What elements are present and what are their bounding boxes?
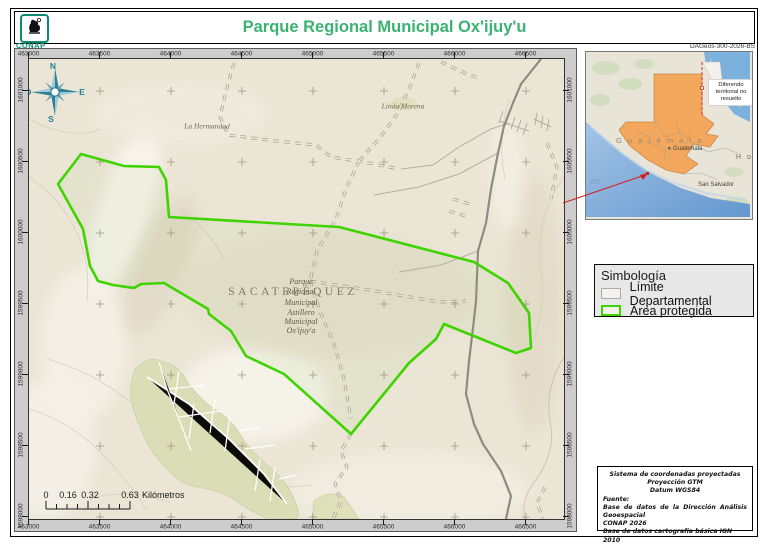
departmental-swatch (601, 288, 621, 299)
credits-line: Fuente: (603, 496, 747, 504)
inset-san-salvador-label: San Salvador (698, 182, 734, 188)
axis-tick (22, 232, 28, 233)
protected-swatch (601, 305, 621, 316)
note-line: territorial no (710, 89, 752, 96)
credits-box: Sistema de coordenadas proyectadas Proye… (597, 466, 753, 531)
axis-tick (563, 516, 569, 517)
diferendo-note: Diferendo territorial no resuelto (708, 79, 753, 106)
compass-n: N (50, 61, 56, 71)
label-park-line3: Municipal (285, 298, 318, 308)
compass-e: E (79, 87, 85, 97)
legend-item-label: Área protegida (630, 304, 712, 318)
axis-tick (22, 161, 28, 162)
label-department: SACATEPÉQUEZ (228, 286, 358, 298)
inset-honduras-partial-label: H o (736, 154, 753, 161)
inset-city-label: Guatemala (673, 146, 702, 152)
compass-s: S (48, 114, 54, 124)
axis-tick (28, 52, 29, 58)
note-line: resuelto (710, 96, 752, 103)
map-document-page: { "header": { "logo_text": "CONAP", "tit… (0, 0, 768, 544)
scale-label-032: 0.32 (81, 490, 99, 500)
axis-tick (22, 374, 28, 375)
axis-tick (563, 374, 569, 375)
label-park-line6: Ox'ijuy'a (287, 326, 316, 336)
axis-tick (563, 303, 569, 304)
doc-code: DAGeos-300-2026-BS (690, 43, 755, 50)
page-title: Parque Regional Municipal Ox'ijuy'u (15, 18, 754, 37)
inset-route-label: 72T (590, 180, 600, 186)
inset-country-label: G u a t e m a l a (616, 136, 703, 145)
axis-tick (563, 161, 569, 162)
axis-tick (241, 52, 242, 58)
scale-label-0: 0 (43, 490, 48, 500)
axis-tick (454, 52, 455, 58)
axis-tick (99, 52, 100, 58)
axis-tick (312, 52, 313, 58)
axis-tick (22, 445, 28, 446)
axis-tick (525, 52, 526, 58)
inset-map: G u a t e m a l a Guatemala San Salvador… (585, 51, 753, 220)
label-linda-morena: Linda Morena (382, 102, 425, 111)
scale-label-016: 0.16 (59, 490, 77, 500)
axis-tick (28, 519, 29, 525)
scale-label-063: 0.63 (121, 490, 139, 500)
axis-tick (170, 52, 171, 58)
axis-tick (170, 519, 171, 525)
scale-unit: Kilómetros (142, 490, 185, 500)
city-marker (668, 147, 671, 150)
note-line: Diferendo (710, 82, 752, 89)
axis-tick (383, 52, 384, 58)
main-map: N E S O La Hermandad Linda Morena Parque… (28, 58, 565, 520)
axis-tick (22, 516, 28, 517)
axis-tick (22, 303, 28, 304)
legend-box: Simbología Límite Departamental Área pro… (594, 264, 754, 317)
axis-tick (22, 90, 28, 91)
inset-canvas (586, 52, 750, 217)
axis-tick (563, 232, 569, 233)
credits-line: Sistema de coordenadas proyectadas (603, 471, 747, 479)
axis-tick (241, 519, 242, 525)
axis-tick (563, 90, 569, 91)
credits-line: Base de datos cartografía básica IGN 201… (603, 528, 747, 544)
legend-item-departmental: Límite Departamental (601, 285, 747, 302)
header-bar: CONAP Parque Regional Municipal Ox'ijuy'… (14, 11, 755, 44)
axis-tick (383, 519, 384, 525)
label-la-hermandad: La Hermandad (181, 122, 233, 131)
axis-tick (312, 519, 313, 525)
axis-tick (563, 445, 569, 446)
axis-tick (99, 519, 100, 525)
map-frame: N E S O La Hermandad Linda Morena Parque… (14, 48, 577, 532)
credits-line: Base de datos de la Dirección Análisis G… (603, 504, 747, 520)
axis-tick (525, 519, 526, 525)
axis-tick (454, 519, 455, 525)
park-location-marker (646, 172, 649, 175)
credits-line: Datum WGS84 (603, 487, 747, 495)
compass-o: O (28, 87, 31, 97)
